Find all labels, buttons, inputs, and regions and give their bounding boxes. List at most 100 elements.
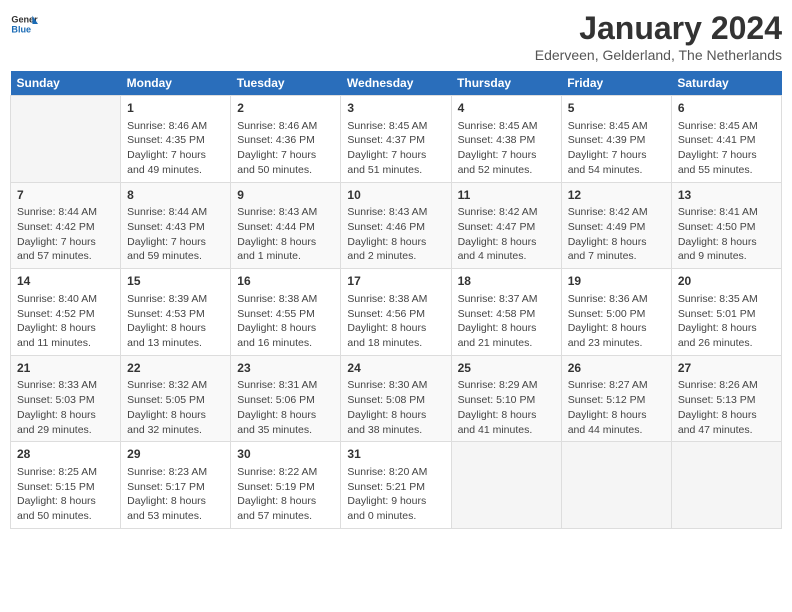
day-number: 19: [568, 273, 665, 290]
calendar-day-cell: 18 Sunrise: 8:37 AM Sunset: 4:58 PM Dayli…: [451, 269, 561, 356]
day-number: 7: [17, 187, 114, 204]
day-info: Sunrise: 8:35 AM Sunset: 5:01 PM Dayligh…: [678, 292, 775, 351]
day-info: Sunrise: 8:38 AM Sunset: 4:55 PM Dayligh…: [237, 292, 334, 351]
weekday-header-cell: Thursday: [451, 71, 561, 96]
day-number: 2: [237, 100, 334, 117]
day-info: Sunrise: 8:38 AM Sunset: 4:56 PM Dayligh…: [347, 292, 444, 351]
calendar-day-cell: 22Sunrise: 8:32 AM Sunset: 5:05 PM Dayli…: [121, 355, 231, 442]
day-number: 8: [127, 187, 224, 204]
calendar-day-cell: 9Sunrise: 8:43 AM Sunset: 4:44 PM Daylig…: [231, 182, 341, 269]
weekday-header-cell: Monday: [121, 71, 231, 96]
day-info: Sunrise: 8:26 AM Sunset: 5:13 PM Dayligh…: [678, 378, 775, 437]
calendar-day-cell: 7Sunrise: 8:44 AM Sunset: 4:42 PM Daylig…: [11, 182, 121, 269]
day-info: Sunrise: 8:20 AM Sunset: 5:21 PM Dayligh…: [347, 465, 444, 524]
day-info: Sunrise: 8:45 AM Sunset: 4:39 PM Dayligh…: [568, 119, 665, 178]
day-number: 27: [678, 360, 775, 377]
day-number: 1: [127, 100, 224, 117]
day-info: Sunrise: 8:32 AM Sunset: 5:05 PM Dayligh…: [127, 378, 224, 437]
day-info: Sunrise: 8:31 AM Sunset: 5:06 PM Dayligh…: [237, 378, 334, 437]
day-info: Sunrise: 8:29 AM Sunset: 5:10 PM Dayligh…: [458, 378, 555, 437]
calendar-body: 1 Sunrise: 8:46 AM Sunset: 4:35 PM Daylig…: [11, 96, 782, 529]
day-info: Sunrise: 8:30 AM Sunset: 5:08 PM Dayligh…: [347, 378, 444, 437]
day-number: 5: [568, 100, 665, 117]
logo-icon: General Blue: [10, 10, 38, 38]
calendar-day-cell: 2 Sunrise: 8:46 AM Sunset: 4:36 PM Daylig…: [231, 96, 341, 183]
weekday-header-cell: Tuesday: [231, 71, 341, 96]
day-info: Sunrise: 8:36 AM Sunset: 5:00 PM Dayligh…: [568, 292, 665, 351]
weekday-header-row: SundayMondayTuesdayWednesdayThursdayFrid…: [11, 71, 782, 96]
day-number: 17: [347, 273, 444, 290]
calendar-week-row: 14 Sunrise: 8:40 AM Sunset: 4:52 PM Dayli…: [11, 269, 782, 356]
calendar-day-cell: 8Sunrise: 8:44 AM Sunset: 4:43 PM Daylig…: [121, 182, 231, 269]
weekday-header-cell: Friday: [561, 71, 671, 96]
day-number: 11: [458, 187, 555, 204]
calendar-week-row: 1 Sunrise: 8:46 AM Sunset: 4:35 PM Daylig…: [11, 96, 782, 183]
calendar-day-cell: 4Sunrise: 8:45 AM Sunset: 4:38 PM Daylig…: [451, 96, 561, 183]
day-number: 14: [17, 273, 114, 290]
header: General Blue January 2024 Ederveen, Geld…: [10, 10, 782, 63]
day-number: 25: [458, 360, 555, 377]
day-number: 23: [237, 360, 334, 377]
day-info: Sunrise: 8:42 AM Sunset: 4:49 PM Dayligh…: [568, 205, 665, 264]
day-info: Sunrise: 8:37 AM Sunset: 4:58 PM Dayligh…: [458, 292, 555, 351]
calendar-day-cell: 3Sunrise: 8:45 AM Sunset: 4:37 PM Daylig…: [341, 96, 451, 183]
calendar-day-cell: 16 Sunrise: 8:38 AM Sunset: 4:55 PM Dayli…: [231, 269, 341, 356]
day-info: Sunrise: 8:27 AM Sunset: 5:12 PM Dayligh…: [568, 378, 665, 437]
day-number: 6: [678, 100, 775, 117]
calendar-day-cell: 31 Sunrise: 8:20 AM Sunset: 5:21 PM Dayli…: [341, 442, 451, 529]
calendar-week-row: 28Sunrise: 8:25 AM Sunset: 5:15 PM Dayli…: [11, 442, 782, 529]
day-number: 31: [347, 446, 444, 463]
day-info: Sunrise: 8:43 AM Sunset: 4:46 PM Dayligh…: [347, 205, 444, 264]
calendar-day-cell: 23Sunrise: 8:31 AM Sunset: 5:06 PM Dayli…: [231, 355, 341, 442]
calendar-day-cell: 11Sunrise: 8:42 AM Sunset: 4:47 PM Dayli…: [451, 182, 561, 269]
calendar-day-cell: 1 Sunrise: 8:46 AM Sunset: 4:35 PM Daylig…: [121, 96, 231, 183]
day-info: Sunrise: 8:45 AM Sunset: 4:41 PM Dayligh…: [678, 119, 775, 178]
day-number: 18: [458, 273, 555, 290]
calendar-day-cell: 10Sunrise: 8:43 AM Sunset: 4:46 PM Dayli…: [341, 182, 451, 269]
calendar-day-cell: 13Sunrise: 8:41 AM Sunset: 4:50 PM Dayli…: [671, 182, 781, 269]
calendar-day-cell: 5 Sunrise: 8:45 AM Sunset: 4:39 PM Daylig…: [561, 96, 671, 183]
calendar-day-cell: 6 Sunrise: 8:45 AM Sunset: 4:41 PM Daylig…: [671, 96, 781, 183]
calendar-day-cell: 27Sunrise: 8:26 AM Sunset: 5:13 PM Dayli…: [671, 355, 781, 442]
calendar-day-cell: 26Sunrise: 8:27 AM Sunset: 5:12 PM Dayli…: [561, 355, 671, 442]
title-area: January 2024 Ederveen, Gelderland, The N…: [535, 10, 782, 63]
day-number: 3: [347, 100, 444, 117]
calendar-day-cell: 29 Sunrise: 8:23 AM Sunset: 5:17 PM Dayli…: [121, 442, 231, 529]
calendar-day-cell: 19 Sunrise: 8:36 AM Sunset: 5:00 PM Dayli…: [561, 269, 671, 356]
day-number: 20: [678, 273, 775, 290]
svg-text:Blue: Blue: [11, 24, 31, 34]
logo: General Blue: [10, 10, 38, 38]
weekday-header-cell: Sunday: [11, 71, 121, 96]
day-number: 9: [237, 187, 334, 204]
calendar-day-cell: 28Sunrise: 8:25 AM Sunset: 5:15 PM Dayli…: [11, 442, 121, 529]
day-number: 16: [237, 273, 334, 290]
day-number: 29: [127, 446, 224, 463]
calendar-day-cell: 20 Sunrise: 8:35 AM Sunset: 5:01 PM Dayli…: [671, 269, 781, 356]
day-info: Sunrise: 8:46 AM Sunset: 4:35 PM Dayligh…: [127, 119, 224, 178]
day-info: Sunrise: 8:45 AM Sunset: 4:38 PM Dayligh…: [458, 119, 555, 178]
day-info: Sunrise: 8:23 AM Sunset: 5:17 PM Dayligh…: [127, 465, 224, 524]
calendar-day-cell: [451, 442, 561, 529]
day-number: 10: [347, 187, 444, 204]
day-info: Sunrise: 8:44 AM Sunset: 4:42 PM Dayligh…: [17, 205, 114, 264]
day-info: Sunrise: 8:46 AM Sunset: 4:36 PM Dayligh…: [237, 119, 334, 178]
day-number: 30: [237, 446, 334, 463]
month-title: January 2024: [535, 10, 782, 47]
day-number: 28: [17, 446, 114, 463]
day-info: Sunrise: 8:40 AM Sunset: 4:52 PM Dayligh…: [17, 292, 114, 351]
day-info: Sunrise: 8:44 AM Sunset: 4:43 PM Dayligh…: [127, 205, 224, 264]
day-info: Sunrise: 8:33 AM Sunset: 5:03 PM Dayligh…: [17, 378, 114, 437]
weekday-header-cell: Wednesday: [341, 71, 451, 96]
calendar-day-cell: [671, 442, 781, 529]
calendar-table: SundayMondayTuesdayWednesdayThursdayFrid…: [10, 71, 782, 529]
day-info: Sunrise: 8:41 AM Sunset: 4:50 PM Dayligh…: [678, 205, 775, 264]
calendar-day-cell: 12Sunrise: 8:42 AM Sunset: 4:49 PM Dayli…: [561, 182, 671, 269]
calendar-week-row: 7Sunrise: 8:44 AM Sunset: 4:42 PM Daylig…: [11, 182, 782, 269]
calendar-day-cell: 30Sunrise: 8:22 AM Sunset: 5:19 PM Dayli…: [231, 442, 341, 529]
calendar-week-row: 21Sunrise: 8:33 AM Sunset: 5:03 PM Dayli…: [11, 355, 782, 442]
day-info: Sunrise: 8:39 AM Sunset: 4:53 PM Dayligh…: [127, 292, 224, 351]
calendar-day-cell: 21Sunrise: 8:33 AM Sunset: 5:03 PM Dayli…: [11, 355, 121, 442]
calendar-day-cell: 25Sunrise: 8:29 AM Sunset: 5:10 PM Dayli…: [451, 355, 561, 442]
weekday-header-cell: Saturday: [671, 71, 781, 96]
day-number: 21: [17, 360, 114, 377]
